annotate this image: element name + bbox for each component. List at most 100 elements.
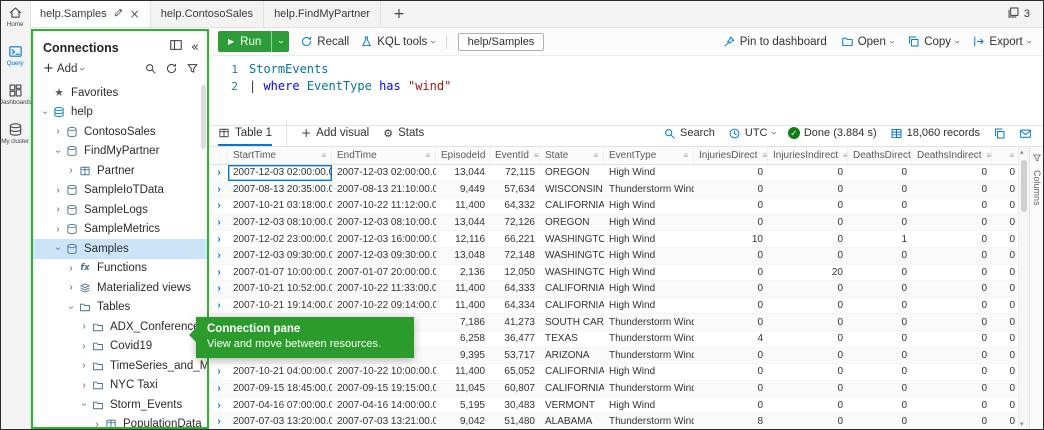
cell[interactable]: 0 [912,298,992,314]
tree-chevron-icon[interactable]: › [53,145,64,157]
table-row[interactable]: ›2007-12-03 09:30:00.00002007-12-03 09:3… [210,247,1018,265]
table-row[interactable]: ›2007-08-13 20:35:00.00002007-08-13 21:1… [210,181,1018,199]
cell[interactable]: 0 [768,414,848,429]
tree-chevron-icon[interactable]: › [91,419,103,427]
cell[interactable]: 2007-12-03 08:10:00.0000 [228,215,332,231]
cell[interactable]: SOUTH CAROLINA [540,314,604,330]
cell[interactable]: 11,400 [436,298,490,314]
cell[interactable]: 0 [992,314,1018,330]
cell[interactable]: 0 [768,364,848,380]
cell[interactable]: 0 [912,397,992,413]
cell[interactable]: 0 [768,381,848,397]
cell[interactable]: 0 [992,381,1018,397]
row-expander-icon[interactable]: › [210,248,228,264]
cell[interactable]: 64,334 [490,298,540,314]
tree-chevron-icon[interactable]: › [78,360,90,371]
column-header-injuriesdirect[interactable]: InjuriesDirect ≡ [694,147,768,164]
kql-tools-button[interactable]: KQL tools › [360,35,439,48]
cell[interactable]: 0 [912,314,992,330]
cell[interactable]: 9,042 [436,414,490,429]
column-header-eventid[interactable]: EventId ≡ [490,147,540,164]
cell[interactable]: 2007-01-07 10:00:00.0000 [228,265,332,281]
cell[interactable]: 0 [768,314,848,330]
cell[interactable]: 0 [768,215,848,231]
cell[interactable]: 2007-04-16 07:00:00.0000 [228,397,332,413]
cell[interactable]: 11,400 [436,281,490,297]
cell[interactable]: Thunderstorm Wind [604,348,694,364]
cell[interactable]: 2007-10-21 03:18:00.0000 [228,198,332,214]
cell[interactable]: 0 [694,314,768,330]
cell[interactable]: 0 [848,397,912,413]
tree-chevron-icon[interactable]: › [53,243,64,255]
cell[interactable]: 9,395 [436,348,490,364]
row-expander-icon[interactable]: › [210,364,228,380]
table-row[interactable]: ›2007-04-16 07:00:00.00002007-04-16 14:0… [210,397,1018,414]
cell[interactable]: WISCONSIN [540,182,604,198]
tree-chevron-icon[interactable]: › [52,126,64,137]
cell[interactable]: 2007-12-03 02:00:00.0000 [332,165,436,181]
cell[interactable]: 0 [992,281,1018,297]
cell[interactable]: 0 [848,265,912,281]
column-menu-icon[interactable]: ≡ [425,151,430,160]
cell[interactable]: 2007-07-03 13:20:00.0000 [228,414,332,429]
column-header-starttime[interactable]: StartTime ≡ [228,147,332,164]
cell[interactable]: 0 [768,348,848,364]
table-row[interactable]: ›2007-10-21 19:14:00.00002007-10-22 09:1… [210,298,1018,315]
cell[interactable]: 0 [912,182,992,198]
cell[interactable]: 1 [848,231,912,247]
cell[interactable]: 2007-12-03 09:30:00.0000 [228,248,332,264]
column-menu-icon[interactable]: ≡ [762,151,767,160]
rename-tab-icon[interactable] [113,7,124,21]
rail-item-query[interactable]: Query [0,39,30,78]
table-row[interactable]: ›2007-12-03 08:10:00.00002007-12-03 08:1… [210,214,1018,232]
cell[interactable]: 0 [912,364,992,380]
cell[interactable]: 0 [912,381,992,397]
cell[interactable]: 8 [694,414,768,429]
cell[interactable]: 0 [694,182,768,198]
cell[interactable]: High Wind [604,298,694,314]
table-row[interactable]: ›2007-10-21 03:18:00.00002007-10-22 11:1… [210,198,1018,215]
cell[interactable]: 2007-10-21 04:00:00.0000 [228,364,332,380]
tree-item-sampleiotdata[interactable]: › SampleIoTData [33,181,207,201]
row-expander-icon[interactable]: › [210,414,228,429]
cell[interactable]: 0 [848,165,912,181]
cell[interactable]: 0 [992,414,1018,429]
filter-connections-button[interactable] [186,62,199,75]
cell[interactable]: 0 [768,198,848,214]
cell[interactable]: 0 [694,248,768,264]
cell[interactable]: 0 [992,165,1018,181]
cell[interactable]: 0 [912,231,992,247]
cell[interactable]: TEXAS [540,331,604,347]
cell[interactable]: 0 [992,198,1018,214]
cell[interactable]: 0 [848,348,912,364]
cell[interactable]: CALIFORNIA [540,298,604,314]
tree-item-samplemetrics[interactable]: › SampleMetrics [33,220,207,240]
cell[interactable]: 0 [992,298,1018,314]
cell[interactable]: OREGON [540,215,604,231]
cell[interactable]: 2007-10-21 19:14:00.0000 [228,298,332,314]
column-menu-icon[interactable]: ≡ [843,151,847,160]
cell[interactable]: 64,332 [490,198,540,214]
copy-button[interactable]: Copy › [907,35,963,48]
cell[interactable]: 2,136 [436,265,490,281]
cell[interactable]: 0 [694,381,768,397]
cell[interactable]: 0 [694,281,768,297]
cell[interactable]: High Wind [604,215,694,231]
cell[interactable]: 51,480 [490,414,540,429]
cell[interactable]: 0 [848,314,912,330]
column-menu-icon[interactable]: ≡ [683,151,688,160]
cell[interactable]: 0 [912,215,992,231]
cell[interactable]: 57,634 [490,182,540,198]
cell[interactable]: 2007-04-16 14:00:00.0000 [332,397,436,413]
cell[interactable]: Thunderstorm Wind [604,414,694,429]
tab-help-samples[interactable]: help.Samples × [30,0,151,27]
cell[interactable]: CALIFORNIA [540,198,604,214]
cell[interactable]: CALIFORNIA [540,364,604,380]
cell[interactable]: 0 [992,364,1018,380]
cell[interactable]: 13,048 [436,248,490,264]
cell[interactable]: 0 [694,165,768,181]
cell[interactable]: 0 [848,414,912,429]
cell[interactable]: 0 [768,298,848,314]
cell[interactable]: 36,477 [490,331,540,347]
cell[interactable]: 41,273 [490,314,540,330]
